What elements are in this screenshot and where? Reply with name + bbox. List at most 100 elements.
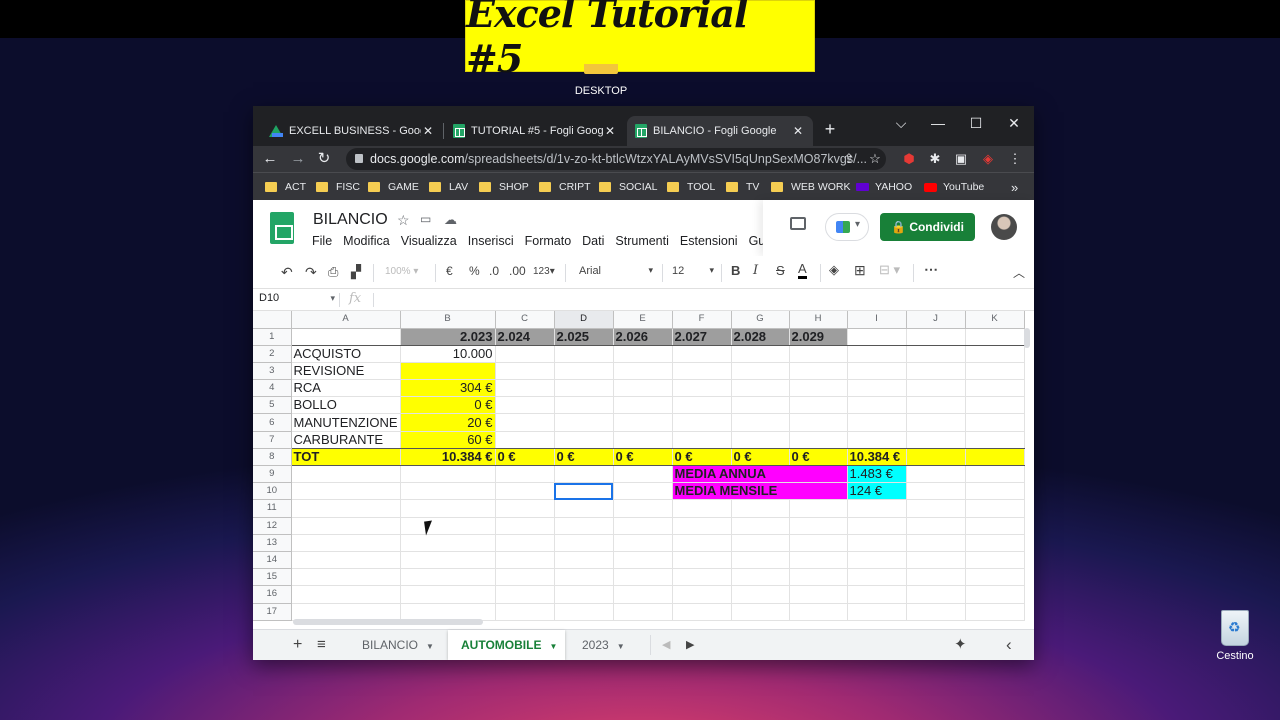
cell[interactable] [400, 482, 496, 501]
cell[interactable] [672, 517, 732, 535]
cell[interactable] [495, 396, 555, 415]
menu-dati[interactable]: Dati [582, 234, 604, 248]
bookmark-social[interactable]: SOCIAL [599, 173, 658, 201]
menu-file[interactable]: File [312, 234, 332, 248]
cell[interactable]: RCA [291, 379, 401, 398]
cell[interactable] [495, 517, 555, 535]
maximize-button[interactable]: ☐ [958, 110, 994, 136]
profile-extension-icon[interactable]: ◈ [980, 151, 996, 167]
column-header[interactable]: B [400, 311, 496, 329]
cell[interactable] [847, 499, 907, 518]
cell[interactable] [789, 379, 848, 398]
bold-button[interactable]: B [731, 263, 740, 278]
cell[interactable]: 0 € [554, 448, 614, 467]
percent-format-button[interactable]: % [469, 264, 480, 278]
cell[interactable] [965, 413, 1025, 432]
cell[interactable] [554, 431, 614, 449]
column-header[interactable]: G [731, 311, 790, 329]
cell[interactable] [965, 431, 1025, 449]
bookmark-star-icon[interactable]: ☆ [867, 151, 883, 167]
menu-estensioni[interactable]: Estensioni [680, 234, 738, 248]
cell[interactable] [613, 362, 673, 381]
cell[interactable] [789, 413, 848, 432]
bookmark-youtube[interactable]: YouTube [924, 173, 984, 201]
collapse-toolbar-icon[interactable]: ︿ [1013, 264, 1025, 281]
cell[interactable]: BOLLO [291, 396, 401, 415]
avatar[interactable] [991, 214, 1017, 240]
increase-decimals-button[interactable]: .00 [509, 264, 526, 278]
borders-icon[interactable]: ⊞ [854, 262, 866, 279]
cell[interactable] [847, 413, 907, 432]
zoom-select[interactable]: 100% ▾ [385, 266, 418, 277]
desktop-folder-label[interactable]: DESKTOP [560, 85, 642, 97]
row-header[interactable]: 17 [253, 603, 292, 621]
cell[interactable] [613, 465, 673, 484]
cell[interactable] [789, 499, 848, 518]
row-header[interactable]: 4 [253, 379, 292, 398]
cell[interactable] [554, 568, 614, 587]
cell[interactable] [291, 328, 401, 346]
cell[interactable] [906, 413, 966, 432]
cell[interactable] [789, 517, 848, 535]
row-header[interactable]: 2 [253, 345, 292, 363]
cell[interactable] [291, 585, 401, 604]
cell[interactable] [965, 345, 1025, 363]
horizontal-scrollbar[interactable] [293, 619, 483, 625]
cell[interactable]: 0 € [495, 448, 555, 467]
cell[interactable] [965, 482, 1025, 501]
cell[interactable] [847, 362, 907, 381]
cell[interactable] [613, 482, 673, 501]
cell[interactable] [965, 448, 1025, 467]
menu-visualizza[interactable]: Visualizza [401, 234, 457, 248]
cell[interactable]: 10.000 [400, 345, 496, 363]
italic-button[interactable]: I [753, 263, 758, 278]
cell[interactable] [495, 551, 555, 570]
cell[interactable] [906, 585, 966, 604]
cell[interactable] [400, 534, 496, 552]
cell[interactable] [731, 568, 790, 587]
cell[interactable] [554, 551, 614, 570]
row-header[interactable]: 3 [253, 362, 292, 381]
cell[interactable] [847, 534, 907, 552]
cell[interactable] [291, 482, 401, 501]
cell-table[interactable]: A B C D E F G H I J K 1 2.023 2.024 2.02… [253, 311, 1025, 621]
cell[interactable] [672, 499, 732, 518]
cell[interactable] [291, 465, 401, 484]
cell[interactable] [613, 396, 673, 415]
cell[interactable] [789, 396, 848, 415]
cell[interactable] [495, 465, 555, 484]
url-field[interactable]: docs.google.com/spreadsheets/d/1v-zo-kt-… [346, 148, 886, 170]
font-size-select[interactable]: 12 ▾ [672, 265, 714, 277]
cell[interactable] [495, 345, 555, 363]
row-header[interactable]: 16 [253, 585, 292, 604]
cell[interactable] [789, 551, 848, 570]
cell[interactable] [495, 362, 555, 381]
side-panel-toggle-icon[interactable]: ‹ [1006, 630, 1012, 660]
bookmark-cript[interactable]: CRIPT [539, 173, 591, 201]
column-header[interactable]: C [495, 311, 555, 329]
cell[interactable] [965, 499, 1025, 518]
recycle-bin-icon[interactable] [1221, 610, 1249, 646]
spreadsheet-grid[interactable]: A B C D E F G H I J K 1 2.023 2.024 2.02… [253, 311, 1034, 629]
tab-search-button[interactable]: ⌵ [883, 110, 919, 136]
side-panel-icon[interactable]: ▣ [953, 151, 969, 167]
more-formats-select[interactable]: 123▾ [533, 266, 555, 277]
cell[interactable] [789, 345, 848, 363]
cell[interactable]: MEDIA ANNUA [672, 465, 848, 484]
cell[interactable] [400, 551, 496, 570]
cell[interactable] [613, 568, 673, 587]
cell[interactable] [672, 585, 732, 604]
cell[interactable] [906, 517, 966, 535]
redo-icon[interactable]: ↷ [305, 264, 317, 281]
all-sheets-button[interactable]: ≡ [317, 630, 326, 660]
cell[interactable] [672, 379, 732, 398]
cell[interactable] [400, 568, 496, 587]
cell[interactable] [965, 379, 1025, 398]
cell[interactable] [965, 362, 1025, 381]
row-header[interactable]: 6 [253, 413, 292, 432]
tab-bilancio[interactable]: BILANCIO - Fogli Google ✕ [627, 116, 813, 146]
menu-modifica[interactable]: Modifica [343, 234, 390, 248]
cell[interactable] [400, 499, 496, 518]
cell[interactable] [672, 431, 732, 449]
cell[interactable] [554, 585, 614, 604]
